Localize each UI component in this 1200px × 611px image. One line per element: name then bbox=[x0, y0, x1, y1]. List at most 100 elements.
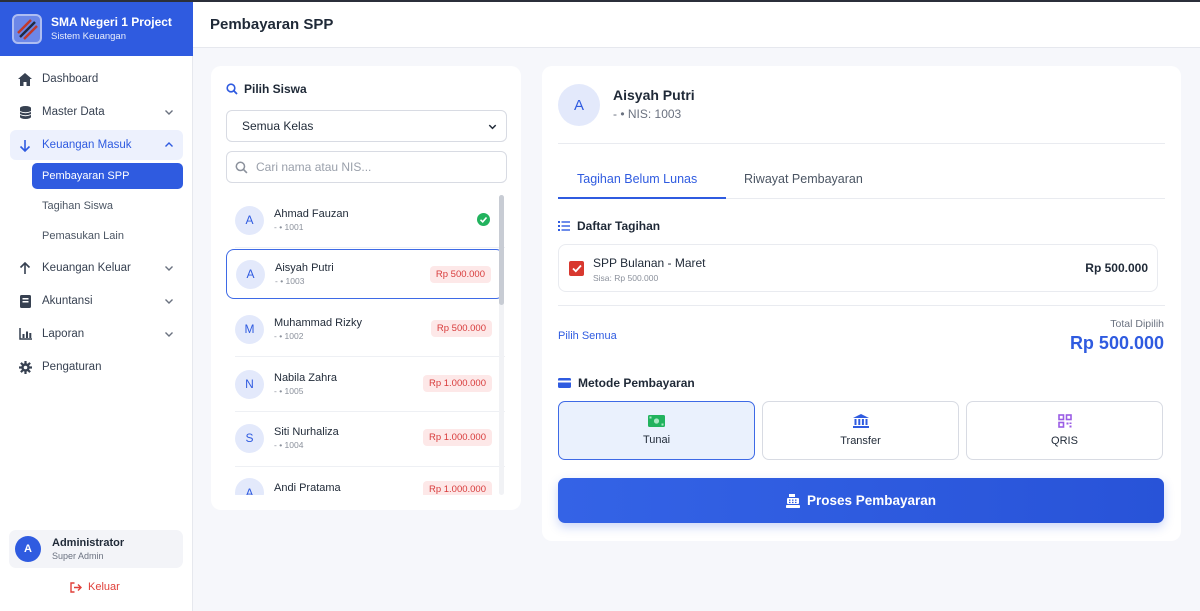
bill-checkbox[interactable] bbox=[569, 261, 584, 276]
sidebar-item-master-data[interactable]: Master Data bbox=[10, 97, 183, 127]
row-divider bbox=[235, 466, 505, 467]
class-select[interactable]: Semua Kelas bbox=[226, 110, 507, 142]
sidebar-nav: Dashboard Master Data Keuangan Masuk Pem… bbox=[10, 64, 183, 385]
student-name: Andi Pratama bbox=[274, 482, 341, 494]
sidebar-item-label: Laporan bbox=[42, 328, 85, 340]
student-panel: Pilih Siswa Semua Kelas A Ahmad Fauzan -… bbox=[211, 66, 521, 510]
payment-method-transfer[interactable]: Transfer bbox=[762, 401, 959, 460]
chevron-up-icon bbox=[165, 142, 173, 147]
payment-method-title: Metode Pembayaran bbox=[558, 376, 695, 390]
chart-icon bbox=[18, 327, 32, 341]
sidebar-subitem-pemasukan-lain[interactable]: Pemasukan Lain bbox=[32, 223, 183, 249]
avatar: A bbox=[235, 478, 264, 495]
database-icon bbox=[18, 105, 32, 119]
student-panel-title: Pilih Siswa bbox=[226, 82, 307, 96]
student-row-siti-nurhaliza[interactable]: S Siti Nurhaliza - • 1004 Rp 1.000.000 bbox=[226, 413, 504, 463]
sidebar-item-laporan[interactable]: Laporan bbox=[10, 319, 183, 349]
home-icon bbox=[18, 72, 32, 86]
logout-icon bbox=[70, 581, 82, 593]
bill-item[interactable]: SPP Bulanan - Maret Sisa: Rp 500.000 Rp … bbox=[558, 244, 1158, 292]
sidebar-item-dashboard[interactable]: Dashboard bbox=[10, 64, 183, 94]
avatar: N bbox=[235, 369, 264, 399]
sidebar-item-label: Master Data bbox=[42, 106, 105, 118]
student-name: Muhammad Rizky bbox=[274, 317, 363, 329]
student-meta: - • 1001 bbox=[274, 222, 304, 232]
student-name: Siti Nurhaliza bbox=[274, 426, 339, 438]
sidebar-item-label: Pengaturan bbox=[42, 361, 102, 373]
sidebar-item-label: Dashboard bbox=[42, 73, 99, 85]
divider bbox=[558, 305, 1165, 306]
student-row-nabila-zahra[interactable]: N Nabila Zahra - • 1005 Rp 1.000.000 bbox=[226, 359, 504, 409]
page-title: Pembayaran SPP bbox=[210, 16, 334, 33]
student-name: Nabila Zahra bbox=[274, 372, 337, 384]
active-tab-indicator bbox=[558, 197, 726, 199]
chevron-down-icon bbox=[488, 124, 497, 130]
student-meta: - • 1002 bbox=[274, 331, 304, 341]
qr-icon bbox=[1057, 414, 1072, 428]
paid-check-icon bbox=[477, 213, 490, 226]
tab-riwayat-pembayaran[interactable]: Riwayat Pembayaran bbox=[744, 172, 863, 186]
cash-icon bbox=[648, 415, 665, 427]
divider bbox=[558, 143, 1165, 144]
search-icon bbox=[226, 83, 238, 95]
tab-tagihan-belum-lunas[interactable]: Tagihan Belum Lunas bbox=[577, 172, 697, 186]
row-divider bbox=[235, 356, 505, 357]
sidebar: SMA Negeri 1 Project Sistem Keuangan Das… bbox=[0, 0, 193, 611]
row-divider bbox=[235, 247, 505, 248]
sidebar-item-akuntansi[interactable]: Akuntansi bbox=[10, 286, 183, 316]
student-name: Aisyah Putri bbox=[275, 262, 334, 274]
avatar: M bbox=[235, 314, 264, 344]
brand-subtitle: Sistem Keuangan bbox=[51, 31, 126, 42]
student-nis: - • NIS: 1003 bbox=[613, 107, 682, 121]
student-meta: - • 1004 bbox=[274, 440, 304, 450]
check-icon bbox=[571, 264, 582, 273]
row-divider bbox=[235, 411, 505, 412]
avatar: S bbox=[235, 423, 264, 453]
student-row-andi-pratama[interactable]: A Andi Pratama Rp 1.000.000 bbox=[226, 468, 504, 495]
chevron-down-icon bbox=[165, 266, 173, 271]
bank-icon bbox=[852, 414, 869, 428]
process-payment-button[interactable]: Proses Pembayaran bbox=[558, 478, 1164, 523]
logout-button[interactable]: Keluar bbox=[70, 581, 120, 593]
total-selected-label: Total Dipilih bbox=[1110, 318, 1164, 330]
avatar: A bbox=[15, 536, 41, 562]
brand-title: SMA Negeri 1 Project bbox=[51, 15, 172, 29]
sidebar-subitem-pembayaran-spp[interactable]: Pembayaran SPP bbox=[32, 163, 183, 189]
student-row-ahmad-fauzan[interactable]: A Ahmad Fauzan - • 1001 bbox=[226, 195, 504, 245]
payment-detail-panel: A Aisyah Putri - • NIS: 1003 Tagihan Bel… bbox=[542, 66, 1181, 541]
sidebar-item-label: Keuangan Keluar bbox=[42, 262, 131, 274]
arrears-badge: Rp 1.000.000 bbox=[422, 481, 492, 495]
list-icon bbox=[558, 221, 570, 231]
avatar: A bbox=[235, 205, 264, 235]
sidebar-item-keuangan-masuk[interactable]: Keuangan Masuk bbox=[10, 130, 183, 160]
user-role: Super Admin bbox=[52, 551, 104, 561]
avatar: A bbox=[558, 84, 600, 126]
user-name: Administrator bbox=[52, 537, 125, 549]
student-name: Aisyah Putri bbox=[613, 87, 695, 103]
student-list-scrollbar[interactable] bbox=[499, 195, 504, 495]
arrow-down-icon bbox=[18, 138, 32, 152]
chevron-down-icon bbox=[165, 299, 173, 304]
student-meta: - • 1005 bbox=[274, 386, 304, 396]
arrears-badge: Rp 500.000 bbox=[430, 320, 492, 337]
chevron-down-icon bbox=[165, 332, 173, 337]
arrears-badge: Rp 1.000.000 bbox=[422, 429, 492, 446]
student-row-aisyah-putri[interactable]: A Aisyah Putri - • 1003 Rp 500.000 bbox=[226, 249, 504, 299]
search-input[interactable] bbox=[256, 160, 486, 174]
scrollbar-thumb[interactable] bbox=[499, 195, 504, 305]
student-meta: - • 1003 bbox=[275, 276, 305, 286]
select-all-link[interactable]: Pilih Semua bbox=[558, 330, 617, 342]
sidebar-item-keuangan-keluar[interactable]: Keuangan Keluar bbox=[10, 253, 183, 283]
payment-method-tunai[interactable]: Tunai bbox=[558, 401, 755, 460]
user-profile[interactable]: A Administrator Super Admin bbox=[9, 530, 183, 568]
cash-register-icon bbox=[785, 493, 800, 508]
gear-icon bbox=[18, 360, 32, 374]
search-box bbox=[226, 151, 507, 183]
sidebar-subitem-tagihan-siswa[interactable]: Tagihan Siswa bbox=[32, 193, 183, 219]
sidebar-item-pengaturan[interactable]: Pengaturan bbox=[10, 352, 183, 382]
student-name: Ahmad Fauzan bbox=[274, 208, 349, 220]
bill-name: SPP Bulanan - Maret bbox=[593, 256, 706, 270]
bill-amount: Rp 500.000 bbox=[1085, 261, 1148, 275]
payment-method-qris[interactable]: QRIS bbox=[966, 401, 1163, 460]
student-row-muhammad-rizky[interactable]: M Muhammad Rizky - • 1002 Rp 500.000 bbox=[226, 304, 504, 354]
